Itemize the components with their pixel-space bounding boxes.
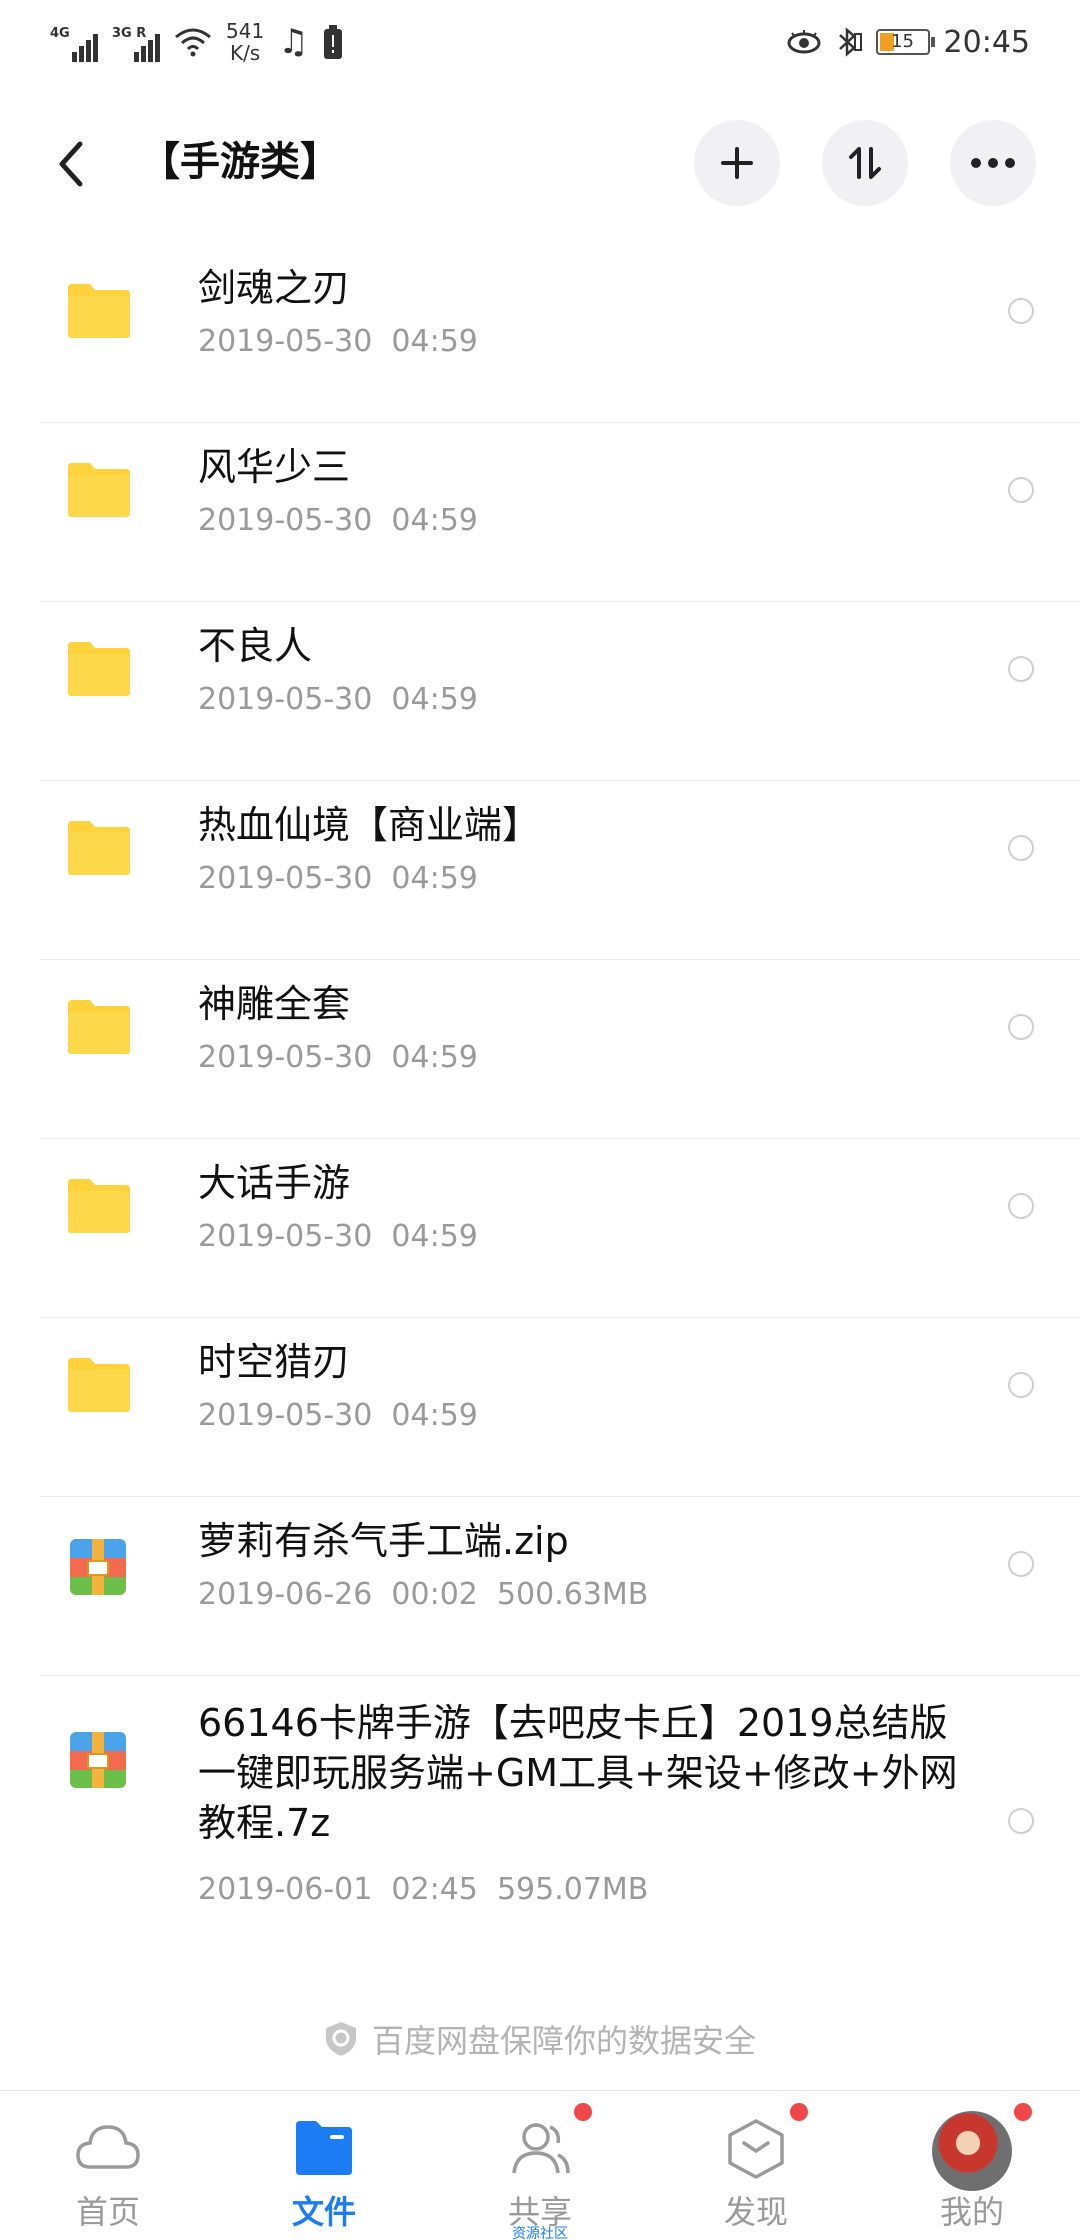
archive-zip-icon [70, 1539, 126, 1595]
file-list: 剑魂之刃 2019-05-30 04:59 风华少三 2019-05-30 04… [0, 244, 1080, 1966]
avatar [932, 2111, 1012, 2191]
file-name: 66146卡牌手游【去吧皮卡丘】2019总结版一键即玩服务端+GM工具+架设+修… [198, 1701, 958, 1845]
select-radio[interactable] [1008, 477, 1034, 503]
notification-dot [1014, 2103, 1032, 2121]
folder-icon [68, 1179, 130, 1233]
list-item[interactable]: 剑魂之刃 2019-05-30 04:59 [0, 244, 1080, 423]
bottom-nav: 首页 文件 共享 资源社区 发现 我的 [0, 2090, 1080, 2240]
tab-home[interactable]: 首页 [0, 2091, 216, 2240]
file-meta: 2019-06-26 00:02 500.63MB [198, 1577, 649, 1612]
clock: 20:45 [943, 24, 1030, 60]
file-name: 热血仙境【商业端】 [198, 803, 541, 847]
list-item[interactable]: 风华少三 2019-05-30 04:59 [0, 423, 1080, 602]
file-meta: 2019-05-30 04:59 [198, 1398, 478, 1433]
select-radio[interactable] [1008, 1014, 1034, 1040]
list-item[interactable]: 神雕全套 2019-05-30 04:59 [0, 960, 1080, 1139]
sort-arrows-icon [849, 147, 881, 179]
folder-icon [68, 1358, 130, 1412]
select-radio[interactable] [1008, 1193, 1034, 1219]
file-name: 风华少三 [198, 445, 351, 489]
list-item[interactable]: 萝莉有杀气手工端.zip 2019-06-26 00:02 500.63MB [0, 1497, 1080, 1676]
file-name: 剑魂之刃 [198, 266, 351, 310]
folder-icon [296, 2121, 352, 2175]
archive-zip-icon [70, 1732, 126, 1788]
add-button[interactable] [694, 120, 780, 206]
file-name: 时空猎刃 [198, 1340, 351, 1384]
discover-cube-icon [728, 2119, 784, 2179]
top-bar: 【手游类】 [0, 84, 1080, 244]
folder-icon [68, 463, 130, 517]
file-name: 神雕全套 [198, 982, 351, 1026]
folder-icon [68, 1000, 130, 1054]
folder-icon [68, 642, 130, 696]
cellular-signal-icon: 3G R [112, 22, 160, 62]
folder-icon [68, 284, 130, 338]
file-name: 不良人 [198, 624, 313, 668]
tab-mine[interactable]: 我的 [864, 2091, 1080, 2240]
cloud-icon [76, 2125, 140, 2169]
select-radio[interactable] [1008, 835, 1034, 861]
file-meta: 2019-05-30 04:59 [198, 1219, 478, 1254]
tab-share[interactable]: 共享 资源社区 [432, 2091, 648, 2240]
network-speed: 541 K/s [226, 19, 265, 65]
more-button[interactable] [950, 120, 1036, 206]
file-meta: 2019-05-30 04:59 [198, 682, 478, 717]
file-meta: 2019-05-30 04:59 [198, 324, 478, 359]
status-bar: 4G 3G R 541 K/s ♫ 15 20:45 [0, 0, 1080, 84]
shield-icon [325, 2022, 356, 2056]
security-note: 百度网盘保障你的数据安全 [0, 2016, 1080, 2062]
select-radio[interactable] [1008, 298, 1034, 324]
more-dots-icon [971, 158, 1015, 168]
sort-button[interactable] [822, 120, 908, 206]
people-icon [512, 2123, 570, 2174]
list-item[interactable]: 不良人 2019-05-30 04:59 [0, 602, 1080, 781]
wifi-icon [175, 28, 211, 57]
select-radio[interactable] [1008, 1372, 1034, 1398]
folder-icon [68, 821, 130, 875]
list-item[interactable]: 热血仙境【商业端】 2019-05-30 04:59 [0, 781, 1080, 960]
list-item[interactable]: 时空猎刃 2019-05-30 04:59 [0, 1318, 1080, 1497]
select-radio[interactable] [1008, 1808, 1034, 1834]
file-meta: 2019-05-30 04:59 [198, 503, 478, 538]
file-meta: 2019-05-30 04:59 [198, 861, 478, 896]
battery-alert-icon [323, 25, 342, 59]
tab-files[interactable]: 文件 [216, 2091, 432, 2240]
file-name: 大话手游 [198, 1161, 351, 1205]
tab-discover[interactable]: 发现 [648, 2091, 864, 2240]
plus-icon [721, 147, 753, 179]
battery-icon: 15 [875, 29, 935, 55]
select-radio[interactable] [1008, 1551, 1034, 1577]
file-meta: 2019-05-30 04:59 [198, 1040, 478, 1075]
list-item[interactable]: 大话手游 2019-05-30 04:59 [0, 1139, 1080, 1318]
cellular-signal-icon: 4G [50, 22, 98, 62]
notification-dot [574, 2103, 592, 2121]
notification-dot [790, 2103, 808, 2121]
music-note-icon: ♫ [278, 22, 309, 62]
file-name: 萝莉有杀气手工端.zip [198, 1519, 569, 1563]
file-meta: 2019-06-01 02:45 595.07MB [198, 1872, 649, 1907]
eye-comfort-icon [787, 30, 821, 54]
select-radio[interactable] [1008, 656, 1034, 682]
share-sub-label: 资源社区 [512, 2226, 568, 2240]
back-arrow-icon[interactable] [50, 132, 94, 196]
list-item[interactable]: 66146卡牌手游【去吧皮卡丘】2019总结版一键即玩服务端+GM工具+架设+修… [0, 1676, 1080, 1966]
page-title: 【手游类】 [140, 139, 340, 185]
bluetooth-vibrate-icon [838, 27, 862, 57]
